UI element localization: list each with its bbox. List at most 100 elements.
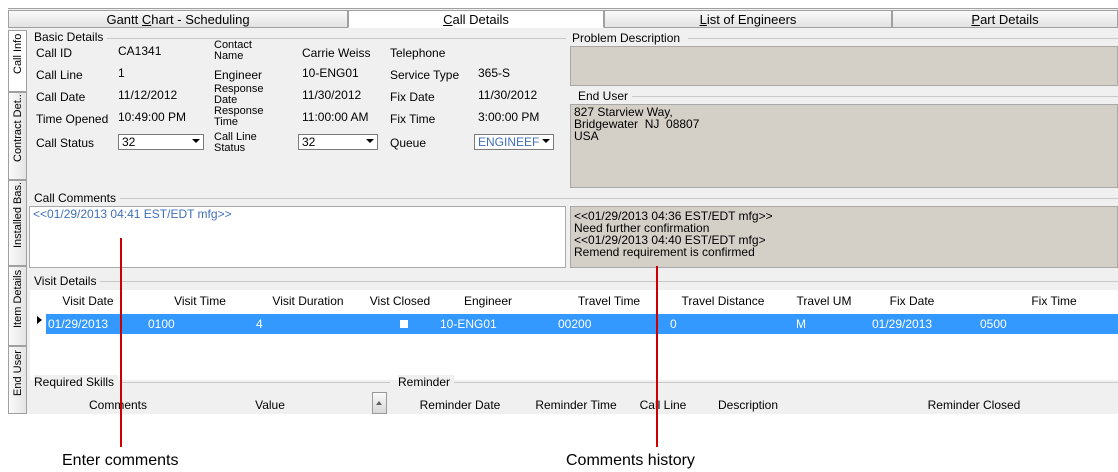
comments-history-caption: Comments history [566, 452, 695, 469]
call-date-label: Call Date [36, 90, 86, 104]
call-date-value[interactable]: 11/12/2012 [118, 88, 177, 102]
basic-details-divider [100, 38, 566, 39]
call-comments-title: Call Comments [34, 191, 121, 205]
call-line-status-select[interactable]: 32 [298, 134, 378, 150]
engineer-label: Engineer [214, 68, 263, 82]
reminder-title: Reminder [398, 375, 455, 389]
col-visit-closed[interactable]: Vist Closed [360, 294, 440, 308]
cell-visit-time: 0100 [148, 317, 175, 331]
col-reminder-closed[interactable]: Reminder Closed [914, 398, 1034, 412]
reminder-divider [454, 382, 1118, 383]
response-time-value[interactable]: 11:00:00 AM [302, 110, 369, 124]
service-type-value[interactable]: 365-S [478, 66, 510, 80]
tab-list-of-engineers[interactable]: List of Engineers [604, 10, 892, 28]
side-tab-label: Item Details [12, 269, 24, 328]
call-comments-history: <<01/29/2013 04:36 EST/EDT mfg>> Need fu… [570, 206, 1118, 268]
fix-time-label: Fix Time [390, 112, 436, 126]
response-date-value[interactable]: 11/30/2012 [302, 88, 361, 102]
col-reminder-time[interactable]: Reminder Time [526, 398, 626, 412]
row-indicator [34, 310, 46, 330]
window-top-border [8, 8, 1118, 9]
call-status-select[interactable]: 32 [118, 134, 204, 150]
col-fix-date[interactable]: Fix Date [872, 294, 952, 308]
required-skills-title: Required Skills [34, 375, 119, 389]
side-tab-label: Call Info [12, 33, 24, 74]
contact-name-value[interactable]: Carrie Weiss [302, 46, 370, 60]
tab-call-details[interactable]: Call Details [348, 10, 604, 28]
row-pointer-icon [37, 316, 42, 324]
cell-engineer: 10-ENG01 [440, 317, 497, 331]
col-travel-distance[interactable]: Travel Distance [668, 294, 778, 308]
problem-description-divider [688, 38, 1118, 39]
queue-label: Queue [390, 136, 427, 150]
col-reminder-date[interactable]: Reminder Date [410, 398, 510, 412]
side-tab-label: End User De... [12, 346, 24, 396]
call-line-label: Call Line [36, 68, 83, 82]
call-id-label: Call ID [36, 46, 73, 60]
scrollbar-up-button[interactable] [372, 392, 387, 414]
col-fix-time[interactable]: Fix Time [1014, 294, 1094, 308]
col-engineer[interactable]: Engineer [448, 294, 528, 308]
cell-fix-time: 0500 [980, 317, 1007, 331]
side-tab-call-info[interactable]: Call Info [8, 30, 27, 92]
end-user-title: End User [578, 89, 633, 103]
chevron-down-icon [542, 139, 550, 143]
chevron-down-icon [366, 139, 374, 143]
col-comments[interactable]: Comments [68, 398, 168, 412]
call-id-value[interactable]: CA1341 [118, 44, 161, 58]
call-comments-divider [118, 198, 1118, 199]
visit-closed-checkbox[interactable] [400, 320, 408, 328]
call-status-label: Call Status [36, 136, 95, 150]
call-line-status-label: Call Line Status [214, 132, 257, 154]
call-comments-entry[interactable]: <<01/29/2013 04:41 EST/EDT mfg>> [29, 206, 566, 268]
col-travel-um[interactable]: Travel UM [784, 294, 864, 308]
call-line-value[interactable]: 1 [118, 66, 125, 80]
fix-date-label: Fix Date [390, 90, 435, 104]
side-tab-installed-base[interactable]: Installed Bas... [8, 180, 27, 266]
end-user-address[interactable]: 827 Starview Way, Bridgewater NJ 08807 U… [570, 104, 1118, 188]
problem-description-field[interactable] [570, 46, 1118, 86]
call-line-status-selected: 32 [302, 135, 316, 149]
visit-details-title: Visit Details [34, 274, 101, 288]
visit-details-divider [96, 281, 1118, 282]
call-status-selected: 32 [122, 135, 136, 149]
col-visit-date[interactable]: Visit Date [48, 294, 128, 308]
chevron-up-icon [376, 401, 382, 405]
response-date-label: Response Date [214, 84, 264, 106]
side-tab-contract-details[interactable]: Contract Det... [8, 92, 27, 180]
call-details-window: Gantt Chart - Scheduling Call Details Li… [8, 8, 1118, 414]
fix-date-value[interactable]: 11/30/2012 [478, 88, 537, 102]
time-opened-label: Time Opened [36, 112, 109, 126]
tab-part-details[interactable]: Part Details [892, 10, 1118, 28]
required-skills-divider [120, 382, 390, 383]
queue-select[interactable]: ENGINEEF [474, 134, 554, 150]
response-time-label: Response Time [214, 106, 264, 128]
cell-visit-duration: 4 [256, 317, 263, 331]
col-value[interactable]: Value [230, 398, 310, 412]
col-description[interactable]: Description [708, 398, 788, 412]
problem-description-title: Problem Description [572, 31, 685, 45]
service-type-label: Service Type [390, 68, 460, 82]
col-visit-duration[interactable]: Visit Duration [258, 294, 358, 308]
side-tab-end-user-details[interactable]: End User De... [8, 346, 27, 414]
table-row[interactable]: 01/29/2013 0100 4 10-ENG01 00200 0 M 01/… [46, 314, 1118, 334]
cell-visit-date: 01/29/2013 [48, 317, 109, 331]
enter-comments-caption: Enter comments [62, 452, 179, 469]
side-tab-label: Contract Det... [12, 92, 24, 162]
end-user-divider [616, 96, 1118, 97]
tab-gantt-chart[interactable]: Gantt Chart - Scheduling [8, 10, 348, 28]
basic-details-title: Basic Details [34, 30, 108, 44]
fix-time-value[interactable]: 3:00:00 PM [478, 110, 539, 124]
time-opened-value[interactable]: 10:49:00 PM [118, 110, 186, 124]
cell-travel-um: M [796, 317, 806, 331]
enter-comments-pointer [120, 238, 122, 447]
col-travel-time[interactable]: Travel Time [564, 294, 654, 308]
cell-travel-time: 00200 [558, 317, 592, 331]
col-call-line[interactable]: Call Line [628, 398, 698, 412]
telephone-label: Telephone [390, 46, 446, 60]
engineer-value[interactable]: 10-ENG01 [302, 66, 359, 80]
side-tab-item-details[interactable]: Item Details [8, 266, 27, 346]
col-visit-time[interactable]: Visit Time [160, 294, 240, 308]
side-tab-label: Installed Bas... [12, 180, 24, 248]
chevron-down-icon [192, 139, 200, 143]
